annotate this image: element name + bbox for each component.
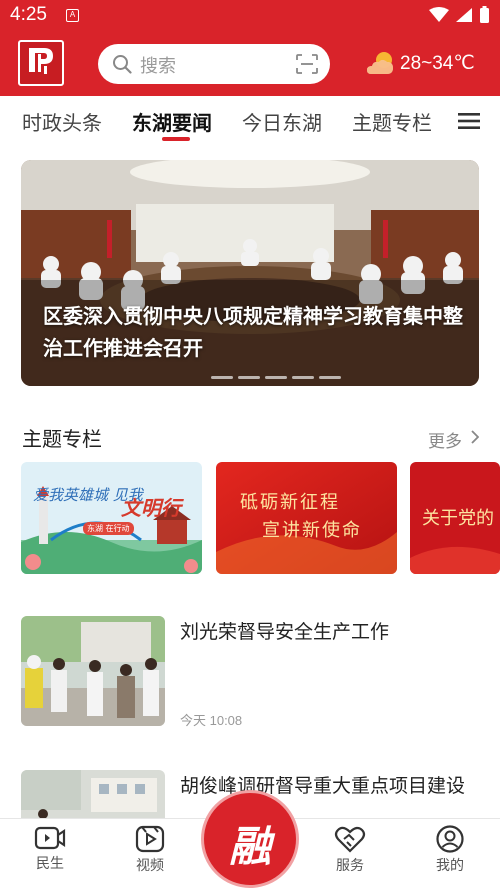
nav-label: 视频	[136, 858, 164, 874]
app-header: 4:25 A 搜索 28~34℃	[0, 0, 500, 96]
nav-item-minsheng[interactable]: 民生	[20, 825, 80, 873]
weather-temperature: 28~34℃	[400, 53, 475, 74]
scan-icon[interactable]	[296, 54, 318, 74]
wifi-icon	[429, 7, 449, 22]
nav-item-service[interactable]: 服务	[320, 825, 380, 875]
section-title: 主题专栏	[22, 427, 102, 451]
video-camera-icon	[34, 826, 66, 850]
news-photo	[21, 770, 165, 820]
pagination-dot	[211, 376, 233, 379]
news-thumbnail[interactable]	[21, 616, 165, 726]
column-card[interactable]: 爱我英雄城 见我 文明行 东湖 在行动	[21, 462, 202, 574]
status-time: 4:25	[10, 4, 47, 25]
center-button-label: 融	[228, 822, 271, 871]
tab-donghu-news[interactable]: 东湖要闻	[132, 107, 212, 136]
handshake-heart-icon	[334, 826, 366, 853]
search-icon	[113, 55, 132, 74]
tab-special-column[interactable]: 主题专栏	[352, 107, 432, 136]
column-card[interactable]: 关于党的	[410, 462, 500, 574]
card-text: 宣讲新使命	[262, 520, 362, 541]
card-badge: 东湖 在行动	[83, 522, 134, 535]
pagination-dot	[238, 376, 260, 379]
channel-tabs: 时政头条 东湖要闻 今日东湖 主题专栏	[0, 96, 500, 146]
app-logo[interactable]	[18, 40, 64, 86]
news-title[interactable]: 刘光荣督导安全生产工作	[180, 617, 480, 648]
card-text: 文明行	[121, 496, 181, 520]
chevron-right-icon[interactable]	[470, 430, 479, 444]
banner-title: 区委深入贯彻中央八项规定精神学习教育集中整治工作推进会召开	[43, 304, 463, 360]
battery-icon	[480, 6, 489, 23]
sun-cloud-icon	[367, 52, 393, 74]
pagination-dot	[292, 376, 314, 379]
more-link[interactable]: 更多	[428, 427, 462, 452]
pagination-dot	[265, 376, 287, 379]
nav-label: 服务	[336, 858, 364, 874]
news-photo	[21, 616, 165, 726]
pagination-dot	[319, 376, 341, 379]
signal-icon	[456, 8, 472, 22]
user-icon	[436, 825, 464, 853]
nav-item-profile[interactable]: 我的	[420, 825, 480, 875]
nav-label: 民生	[36, 856, 64, 872]
column-card[interactable]: 砥砺新征程 宣讲新使命	[216, 462, 397, 574]
center-rong-button[interactable]: 融	[201, 790, 299, 888]
search-placeholder: 搜索	[140, 56, 176, 77]
status-bar: 4:25 A	[0, 0, 500, 30]
card-text: 砥砺新征程	[240, 492, 340, 513]
tab-shizheng[interactable]: 时政头条	[22, 107, 102, 136]
nav-item-video[interactable]: 视频	[120, 825, 180, 875]
search-bar[interactable]: 搜索	[98, 44, 330, 84]
tab-today-donghu[interactable]: 今日东湖	[242, 107, 322, 136]
banner-pagination	[211, 376, 341, 379]
active-tab-indicator	[162, 137, 190, 141]
card-text: 关于党的	[422, 508, 494, 529]
nav-label: 我的	[436, 858, 464, 874]
news-thumbnail[interactable]	[21, 770, 165, 820]
logo-mark-icon	[29, 48, 53, 74]
menu-icon[interactable]	[458, 112, 480, 130]
news-timestamp: 今天 10:08	[180, 713, 243, 728]
status-app-icon: A	[66, 9, 79, 22]
status-icons	[429, 6, 490, 24]
play-icon	[135, 825, 165, 853]
headline-banner[interactable]: 区委深入贯彻中央八项规定精神学习教育集中整治工作推进会召开	[21, 160, 479, 386]
